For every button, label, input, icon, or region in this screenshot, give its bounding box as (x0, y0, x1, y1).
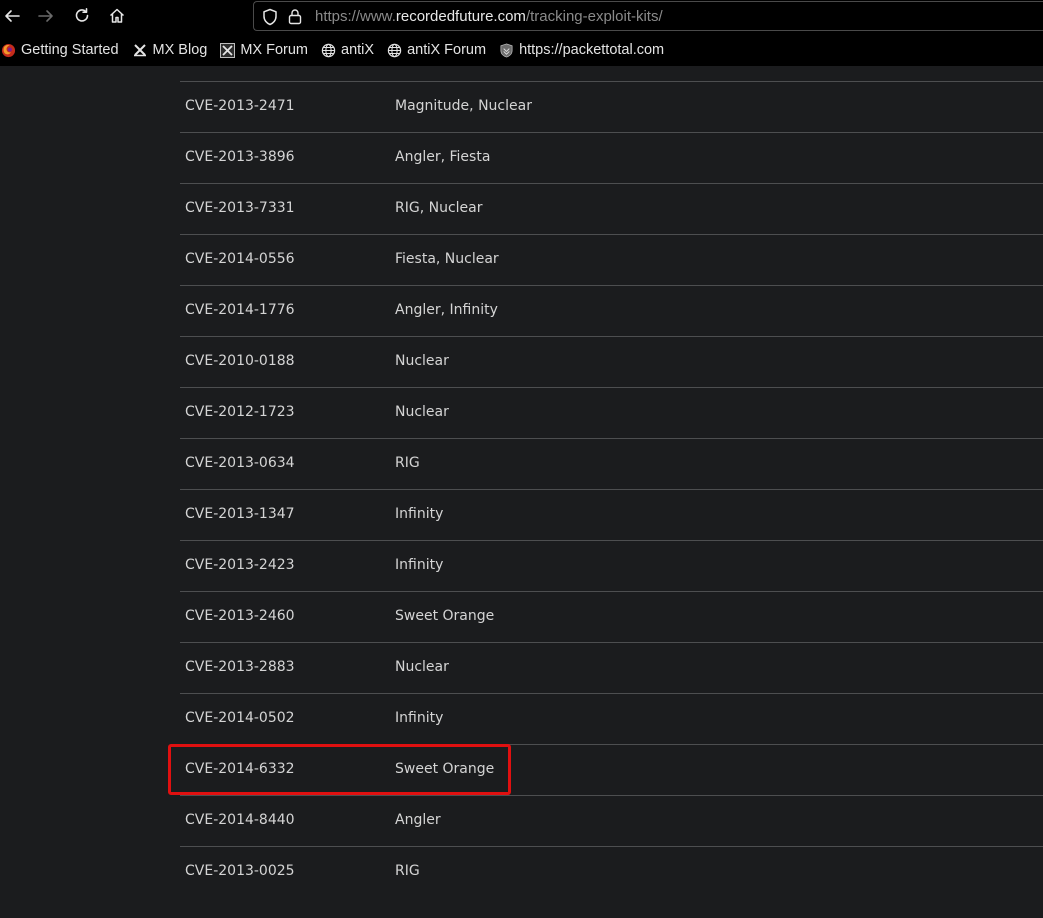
table-row: CVE-2014-8440 Angler (180, 795, 1043, 846)
exploit-kits-cell: Infinity (395, 710, 444, 726)
exploit-kits-cell: RIG (395, 455, 420, 471)
cve-id-cell: CVE-2014-1776 (185, 302, 295, 318)
exploit-kits-cell: Sweet Orange (395, 608, 495, 624)
cve-id-cell: CVE-2014-0502 (185, 710, 295, 726)
cve-id-cell: CVE-2014-0556 (185, 251, 295, 267)
bookmark-antix[interactable]: antiX (320, 42, 374, 58)
exploit-kits-cell: Sweet Orange (395, 761, 495, 777)
exploit-kits-cell: Magnitude, Nuclear (395, 98, 532, 114)
table-row: CVE-2013-1347 Infinity (180, 489, 1043, 540)
browser-chrome: https://www.recordedfuture.com/tracking-… (0, 0, 1043, 66)
forward-button[interactable] (34, 4, 58, 28)
exploit-kits-cell: Angler, Infinity (395, 302, 498, 318)
mx-logo-boxed-icon (219, 42, 235, 58)
arrow-left-icon (5, 10, 20, 22)
bookmark-label: antiX Forum (407, 42, 487, 58)
table-row: CVE-2013-2423 Infinity (180, 540, 1043, 591)
table-row: CVE-2014-1776 Angler, Infinity (180, 285, 1043, 336)
lock-icon[interactable] (288, 8, 302, 29)
arrow-right-icon (38, 10, 53, 22)
cve-id-cell: CVE-2013-2471 (185, 98, 295, 114)
cve-id-cell: CVE-2013-7331 (185, 200, 295, 216)
home-button[interactable] (105, 4, 129, 28)
table-row: CVE-2013-0025 RIG (180, 846, 1043, 897)
table-row: CVE-2013-7331 RIG, Nuclear (180, 183, 1043, 234)
table-row: CVE-2014-0556 Fiesta, Nuclear (180, 234, 1043, 285)
bookmark-label: Getting Started (21, 42, 119, 58)
cve-id-cell: CVE-2013-0025 (185, 863, 295, 879)
exploit-kits-cell: Infinity (395, 557, 444, 573)
bookmark-label: https://packettotal.com (519, 42, 665, 58)
shield-logo-icon (498, 42, 514, 58)
exploit-kit-cve-table: CVE-2013-2471 Magnitude, Nuclear CVE-2013… (180, 81, 1043, 897)
home-icon (109, 8, 125, 23)
table-row: CVE-2013-2883 Nuclear (180, 642, 1043, 693)
exploit-kits-cell: Infinity (395, 506, 444, 522)
cve-id-cell: CVE-2013-2423 (185, 557, 295, 573)
page-content: CVE-2013-2471 Magnitude, Nuclear CVE-2013… (0, 66, 1043, 918)
exploit-kits-cell: RIG, Nuclear (395, 200, 483, 216)
cve-id-cell: CVE-2012-1723 (185, 404, 295, 420)
bookmark-packettotal[interactable]: https://packettotal.com (498, 42, 664, 58)
exploit-kits-cell: Angler, Fiesta (395, 149, 491, 165)
cve-id-cell: CVE-2013-2460 (185, 608, 295, 624)
bookmark-mx-forum[interactable]: MX Forum (219, 42, 308, 58)
bookmark-getting-started[interactable]: Getting Started (0, 42, 119, 58)
bookmark-mx-blog[interactable]: MX Blog (132, 42, 208, 58)
globe-icon (320, 42, 336, 58)
cve-id-cell: CVE-2013-2883 (185, 659, 295, 675)
url-text[interactable]: https://www.recordedfuture.com/tracking-… (315, 8, 663, 25)
url-prefix: https://www. (315, 8, 396, 25)
bookmark-label: MX Blog (152, 42, 208, 58)
cve-id-cell: CVE-2010-0188 (185, 353, 295, 369)
table-row: CVE-2013-2460 Sweet Orange (180, 591, 1043, 642)
bookmark-label: antiX (341, 42, 375, 58)
cve-id-cell: CVE-2014-6332 (185, 761, 295, 777)
navigation-toolbar: https://www.recordedfuture.com/tracking-… (0, 0, 1043, 34)
table-row: CVE-2014-0502 Infinity (180, 693, 1043, 744)
table-row: CVE-2013-3896 Angler, Fiesta (180, 132, 1043, 183)
url-bar[interactable]: https://www.recordedfuture.com/tracking-… (253, 1, 1043, 31)
exploit-kits-cell: RIG (395, 863, 420, 879)
bookmarks-toolbar: Getting Started MX Blog MX Forum antiX a… (0, 36, 1043, 64)
cve-id-cell: CVE-2013-1347 (185, 506, 295, 522)
table-row: CVE-2013-0634 RIG (180, 438, 1043, 489)
reload-button[interactable] (70, 4, 94, 28)
reload-icon (75, 8, 89, 22)
table-row: CVE-2013-2471 Magnitude, Nuclear (180, 81, 1043, 132)
table-row-highlighted: CVE-2014-6332 Sweet Orange (180, 744, 1043, 795)
bookmark-antix-forum[interactable]: antiX Forum (386, 42, 486, 58)
exploit-kits-cell: Nuclear (395, 404, 449, 420)
exploit-kits-cell: Fiesta, Nuclear (395, 251, 499, 267)
shield-icon[interactable] (262, 8, 278, 30)
bookmark-label: MX Forum (240, 42, 309, 58)
exploit-kits-cell: Nuclear (395, 659, 449, 675)
url-domain: recordedfuture.com (395, 8, 526, 25)
table-row: CVE-2012-1723 Nuclear (180, 387, 1043, 438)
cve-id-cell: CVE-2013-0634 (185, 455, 295, 471)
firefox-icon (0, 42, 16, 58)
exploit-kits-cell: Angler (395, 812, 441, 828)
exploit-kits-cell: Nuclear (395, 353, 449, 369)
url-path: /tracking-exploit-kits/ (525, 8, 663, 25)
globe-icon (386, 42, 402, 58)
cve-id-cell: CVE-2013-3896 (185, 149, 295, 165)
back-button[interactable] (0, 4, 24, 28)
mx-logo-icon (132, 42, 148, 58)
cve-id-cell: CVE-2014-8440 (185, 812, 295, 828)
table-row: CVE-2010-0188 Nuclear (180, 336, 1043, 387)
